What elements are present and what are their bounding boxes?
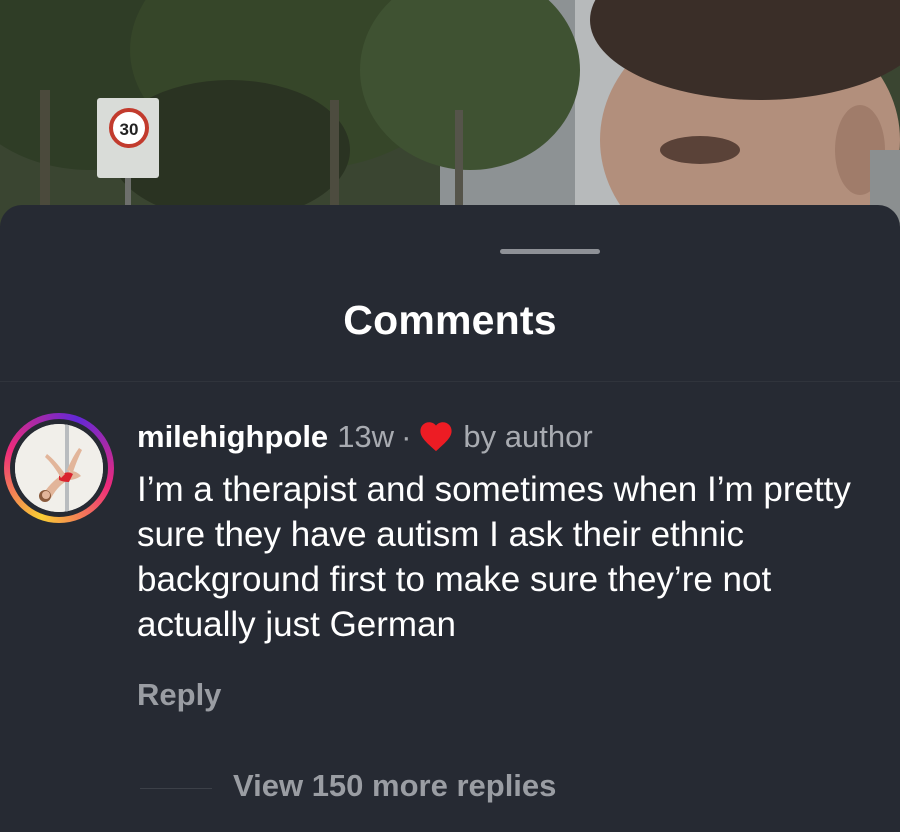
comments-sheet: Comments milehighpole 13w · by author I’…	[0, 205, 900, 832]
video-background: 30	[0, 0, 900, 240]
pole-dancer-image	[15, 424, 103, 512]
sheet-title: Comments	[343, 297, 557, 343]
view-more-replies-button[interactable]: View 150 more replies	[233, 768, 556, 804]
comment-age: 13w	[337, 419, 395, 454]
avatar-ring-gap	[10, 419, 108, 517]
comment-text: I’m a therapist and sometimes when I’m p…	[137, 470, 851, 644]
username-link[interactable]: milehighpole	[137, 419, 328, 455]
speed-sign-text: 30	[120, 120, 139, 139]
avatar[interactable]	[4, 413, 114, 523]
replies-divider-line	[140, 788, 212, 789]
heart-icon	[419, 422, 453, 452]
avatar-photo	[15, 424, 103, 512]
screen: 30 Comments milehighpole 13w · by author…	[0, 0, 900, 832]
video-frame-image: 30	[0, 0, 900, 240]
liked-by-author-label: by author	[463, 419, 593, 454]
drag-handle[interactable]	[500, 249, 600, 254]
reply-button[interactable]: Reply	[137, 677, 221, 713]
comment-meta: milehighpole 13w · by author	[137, 419, 593, 455]
title-divider	[0, 381, 900, 382]
meta-separator: ·	[401, 419, 412, 454]
